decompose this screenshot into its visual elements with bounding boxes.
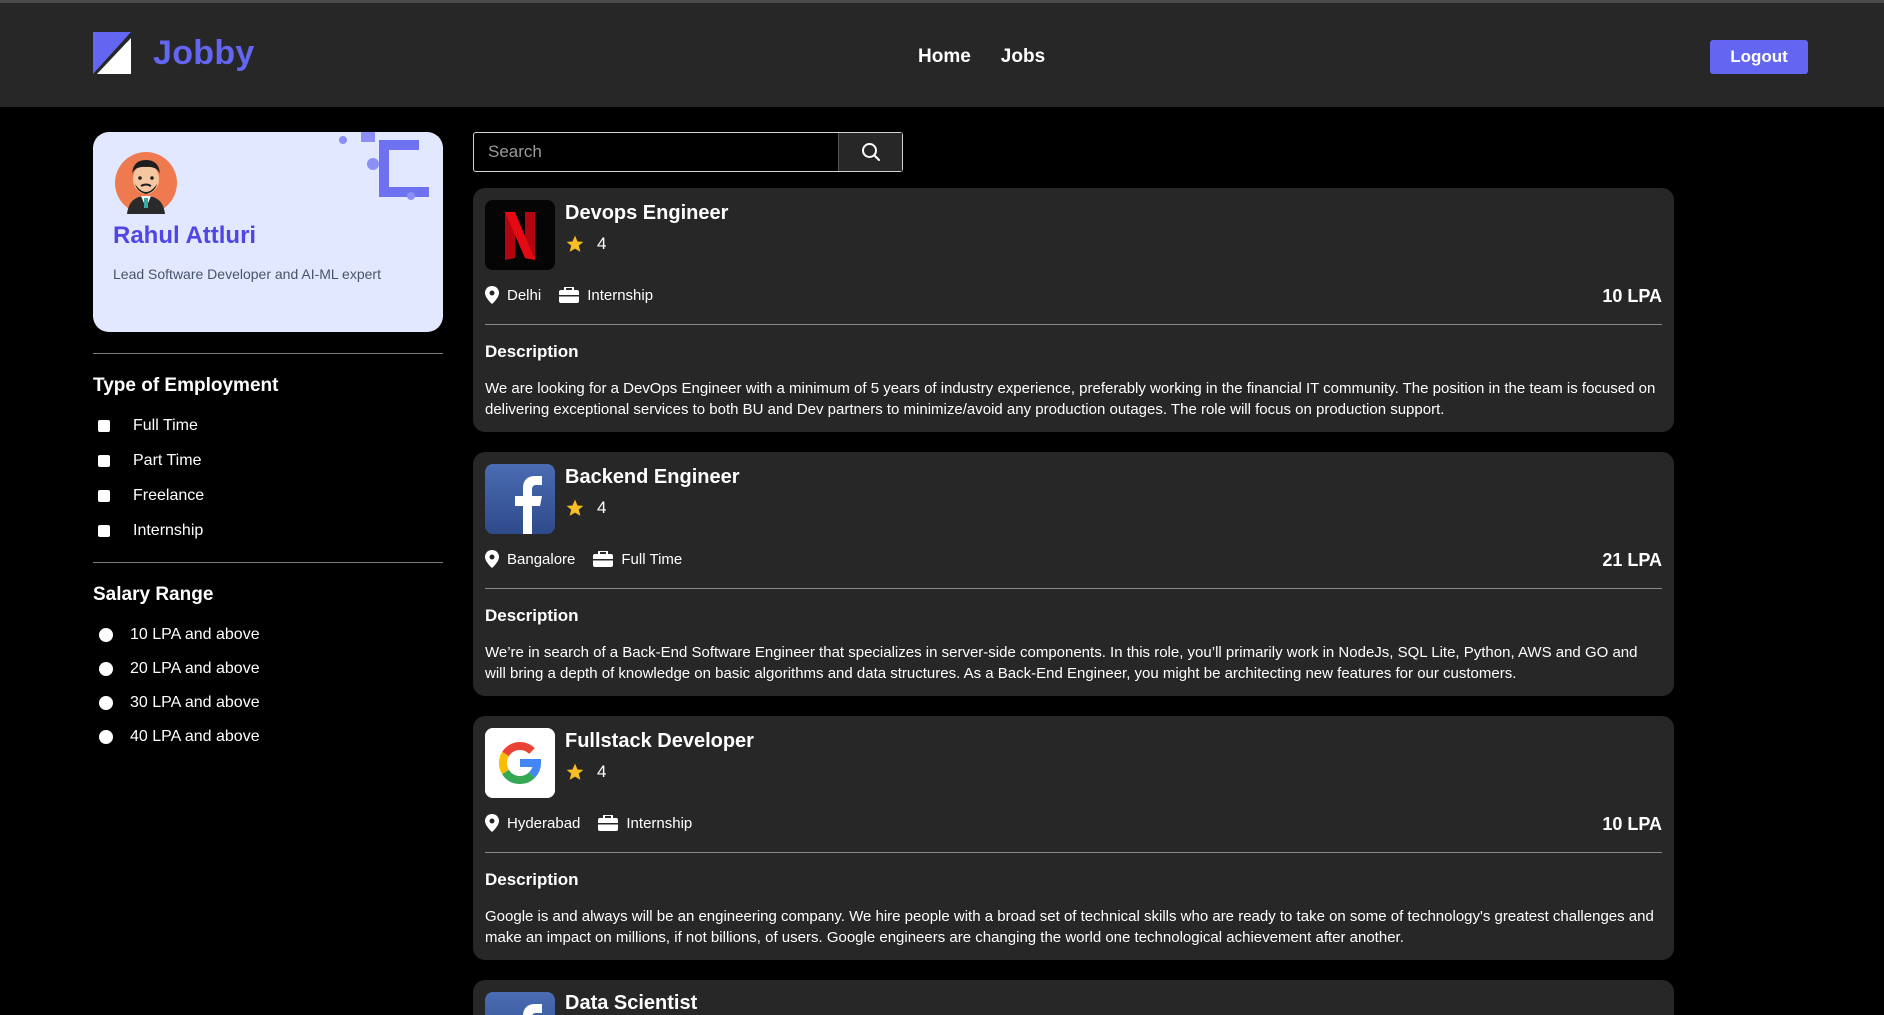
search-bar bbox=[473, 132, 903, 172]
checkbox[interactable] bbox=[98, 420, 110, 432]
location-pin-icon bbox=[485, 814, 499, 832]
profile-card: Rahul Attluri Lead Software Developer an… bbox=[93, 132, 443, 332]
nav-jobs-link[interactable]: Jobs bbox=[1001, 46, 1045, 68]
employment-option-part-time[interactable]: Part Time bbox=[98, 452, 201, 470]
nav-links: Home Jobs bbox=[918, 46, 1045, 68]
radio-button[interactable] bbox=[99, 696, 113, 710]
job-type: Internship bbox=[598, 815, 692, 832]
salary-option-30[interactable]: 30 LPA and above bbox=[98, 694, 260, 712]
briefcase-icon bbox=[598, 815, 619, 831]
search-icon bbox=[861, 143, 880, 161]
package-per-annum: 21 LPA bbox=[1602, 550, 1662, 570]
job-location: Bangalore bbox=[485, 550, 575, 568]
radio-label: 10 LPA and above bbox=[130, 626, 260, 643]
star-icon bbox=[566, 235, 584, 252]
filter-divider bbox=[93, 562, 443, 563]
netflix-logo-icon bbox=[485, 200, 555, 270]
job-title: Backend Engineer bbox=[565, 466, 740, 488]
location-text: Hyderabad bbox=[507, 814, 581, 832]
job-meta: Bangalore Full Time bbox=[485, 550, 700, 568]
job-type: Full Time bbox=[593, 551, 682, 568]
rating-value: 4 bbox=[597, 234, 607, 253]
google-logo-icon bbox=[485, 728, 555, 798]
profile-bio: Lead Software Developer and AI-ML expert bbox=[113, 266, 381, 282]
location-pin-icon bbox=[485, 550, 499, 568]
avatar bbox=[115, 152, 177, 214]
radio-label: 30 LPA and above bbox=[130, 694, 260, 711]
checkbox-label: Internship bbox=[133, 522, 204, 539]
salary-filter-heading: Salary Range bbox=[93, 584, 214, 605]
job-meta: Delhi Internship bbox=[485, 286, 671, 304]
job-description: We’re in search of a Back-End Software E… bbox=[485, 644, 1638, 682]
radio-label: 20 LPA and above bbox=[130, 660, 260, 677]
job-type: Internship bbox=[559, 287, 653, 304]
rating-value: 4 bbox=[597, 762, 607, 781]
employment-type-text: Internship bbox=[587, 286, 654, 304]
job-title: Devops Engineer bbox=[565, 202, 729, 224]
job-location: Hyderabad bbox=[485, 814, 580, 832]
jobby-logo-icon bbox=[93, 32, 131, 74]
job-rating: 4 bbox=[565, 498, 606, 518]
checkbox[interactable] bbox=[98, 490, 110, 502]
employment-option-internship[interactable]: Internship bbox=[98, 522, 203, 540]
description-heading: Description bbox=[485, 342, 579, 361]
radio-label: 40 LPA and above bbox=[130, 728, 260, 745]
card-divider bbox=[485, 324, 1662, 325]
job-meta: Hyderabad Internship bbox=[485, 814, 710, 832]
employment-type-text: Full Time bbox=[621, 550, 683, 568]
checkbox[interactable] bbox=[98, 525, 110, 537]
star-icon bbox=[566, 499, 584, 516]
salary-option-20[interactable]: 20 LPA and above bbox=[98, 660, 260, 678]
location-text: Delhi bbox=[507, 286, 542, 304]
checkbox-label: Part Time bbox=[133, 452, 202, 469]
logout-button[interactable]: Logout bbox=[1710, 40, 1808, 74]
brand-name: Jobby bbox=[153, 33, 255, 72]
facebook-logo-icon bbox=[485, 992, 555, 1015]
job-card[interactable]: Devops Engineer 4 Delhi Internship 10 LP… bbox=[473, 188, 1674, 432]
location-text: Bangalore bbox=[507, 550, 576, 568]
employment-filter-heading: Type of Employment bbox=[93, 375, 279, 396]
job-card[interactable]: Backend Engineer 4 Bangalore Full Time 2… bbox=[473, 452, 1674, 696]
card-divider bbox=[485, 588, 1662, 589]
job-title: Fullstack Developer bbox=[565, 730, 754, 752]
salary-option-10[interactable]: 10 LPA and above bbox=[98, 626, 260, 644]
salary-option-40[interactable]: 40 LPA and above bbox=[98, 728, 260, 746]
search-input[interactable] bbox=[474, 133, 838, 171]
job-description: We are looking for a DevOps Engineer wit… bbox=[485, 380, 1656, 418]
nav-home-link[interactable]: Home bbox=[918, 46, 971, 68]
location-pin-icon bbox=[485, 286, 499, 304]
job-rating: 4 bbox=[565, 234, 606, 254]
briefcase-icon bbox=[593, 551, 614, 567]
radio-button[interactable] bbox=[99, 628, 113, 642]
package-per-annum: 10 LPA bbox=[1602, 814, 1662, 834]
decorative-pattern bbox=[339, 132, 429, 200]
employment-option-full-time[interactable]: Full Time bbox=[98, 417, 198, 435]
star-icon bbox=[566, 763, 584, 780]
job-card[interactable]: Fullstack Developer 4 Hyderabad Internsh… bbox=[473, 716, 1674, 960]
facebook-logo-icon bbox=[485, 464, 555, 534]
navbar: Jobby Home Jobs Logout bbox=[0, 3, 1884, 107]
job-rating: 4 bbox=[565, 762, 606, 782]
package-per-annum: 10 LPA bbox=[1602, 286, 1662, 306]
job-location: Delhi bbox=[485, 286, 541, 304]
rating-value: 4 bbox=[597, 498, 607, 517]
checkbox-label: Freelance bbox=[133, 487, 205, 504]
radio-button[interactable] bbox=[99, 730, 113, 744]
description-heading: Description bbox=[485, 870, 579, 889]
checkbox-label: Full Time bbox=[133, 417, 198, 434]
brand-logo[interactable]: Jobby bbox=[93, 32, 255, 74]
card-divider bbox=[485, 852, 1662, 853]
description-heading: Description bbox=[485, 606, 579, 625]
search-button[interactable] bbox=[838, 133, 902, 171]
briefcase-icon bbox=[559, 287, 580, 303]
employment-type-text: Internship bbox=[626, 814, 693, 832]
profile-name: Rahul Attluri bbox=[113, 222, 257, 249]
job-card[interactable]: Data Scientist bbox=[473, 980, 1674, 1015]
job-description: Google is and always will be an engineer… bbox=[485, 908, 1654, 946]
employment-option-freelance[interactable]: Freelance bbox=[98, 487, 204, 505]
job-title: Data Scientist bbox=[565, 992, 698, 1014]
checkbox[interactable] bbox=[98, 455, 110, 467]
radio-button[interactable] bbox=[99, 662, 113, 676]
filter-divider bbox=[93, 353, 443, 354]
